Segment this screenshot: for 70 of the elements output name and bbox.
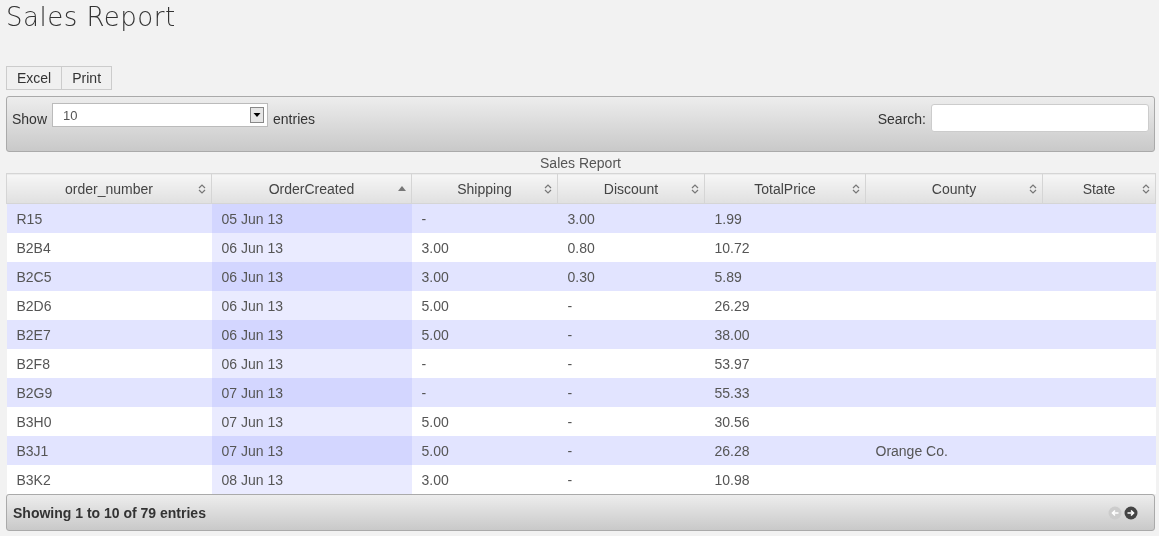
column-header[interactable]: Discount (557, 173, 705, 204)
table-cell: 0.80 (557, 233, 705, 262)
table-cell: 55.33 (704, 378, 866, 407)
entries-label: entries (273, 111, 316, 127)
column-header[interactable]: Shipping (411, 173, 558, 204)
table-cell: 3.00 (411, 233, 558, 262)
table-cell: 3.00 (557, 203, 705, 233)
table-caption: Sales Report (539, 154, 622, 173)
entries-select[interactable]: 10 (52, 103, 269, 127)
search-field[interactable] (931, 104, 1149, 132)
column-header[interactable]: State (1042, 173, 1156, 204)
table-cell: - (411, 378, 558, 407)
table-cell: - (557, 407, 705, 436)
table-cell: 06 Jun 13 (211, 349, 412, 378)
table-cell: 07 Jun 13 (211, 436, 412, 465)
table-cell: B3J1 (6, 436, 212, 465)
table-cell: 1.99 (704, 203, 866, 233)
table-cell: 3.00 (411, 262, 558, 291)
column-header[interactable]: order_number (6, 173, 212, 204)
search-label: Search: (877, 111, 926, 127)
column-header[interactable]: TotalPrice (704, 173, 866, 204)
table-cell: - (557, 465, 705, 494)
table-cell: - (557, 291, 705, 320)
table-cell: 38.00 (704, 320, 866, 349)
table-cell: 10.72 (704, 233, 866, 262)
table-cell: Orange Co. (865, 436, 1043, 465)
table-cell: - (557, 320, 705, 349)
table-cell: 26.29 (704, 291, 866, 320)
table-cell: 30.56 (704, 407, 866, 436)
table-cell: 06 Jun 13 (211, 291, 412, 320)
table-cell: B2B4 (6, 233, 212, 262)
table-cell: 07 Jun 13 (211, 407, 412, 436)
table-cell: B2G9 (6, 378, 212, 407)
table-cell: 07 Jun 13 (211, 378, 412, 407)
table-cell: B3K2 (6, 465, 212, 494)
table-cell: B3H0 (6, 407, 212, 436)
page-title: Sales Report (6, 1, 177, 34)
table-cell: - (557, 349, 705, 378)
table-cell: 5.00 (411, 407, 558, 436)
table-cell: - (557, 378, 705, 407)
table-cell: 06 Jun 13 (211, 233, 412, 262)
table-cell: B2D6 (6, 291, 212, 320)
table-cell: 06 Jun 13 (211, 320, 412, 349)
table-cell: 06 Jun 13 (211, 262, 412, 291)
table-cell: 10.98 (704, 465, 866, 494)
table-cell: 5.00 (411, 291, 558, 320)
show-label: Show (12, 111, 48, 127)
next-page-icon[interactable] (1124, 505, 1138, 520)
column-header[interactable]: OrderCreated (211, 173, 412, 204)
export-button[interactable]: Excel (6, 66, 63, 90)
table-cell: 5.89 (704, 262, 866, 291)
table-cell: 53.97 (704, 349, 866, 378)
table-cell: - (557, 436, 705, 465)
table-cell: R15 (6, 203, 212, 233)
entries-info: Showing 1 to 10 of 79 entries (13, 504, 206, 521)
table-cell: 0.30 (557, 262, 705, 291)
column-header[interactable]: County (865, 173, 1043, 204)
table-cell: B2E7 (6, 320, 212, 349)
table-cell: 05 Jun 13 (211, 203, 412, 233)
dropdown-icon (250, 107, 265, 123)
table-cell: 08 Jun 13 (211, 465, 412, 494)
table-cell: B2C5 (6, 262, 212, 291)
table-cell: - (411, 203, 558, 233)
table-cell: 5.00 (411, 320, 558, 349)
table-cell: - (411, 349, 558, 378)
table-cell: 26.28 (704, 436, 866, 465)
export-button[interactable]: Print (61, 66, 113, 90)
table-cell: B2F8 (6, 349, 212, 378)
table-cell: 5.00 (411, 436, 558, 465)
table-cell: 3.00 (411, 465, 558, 494)
